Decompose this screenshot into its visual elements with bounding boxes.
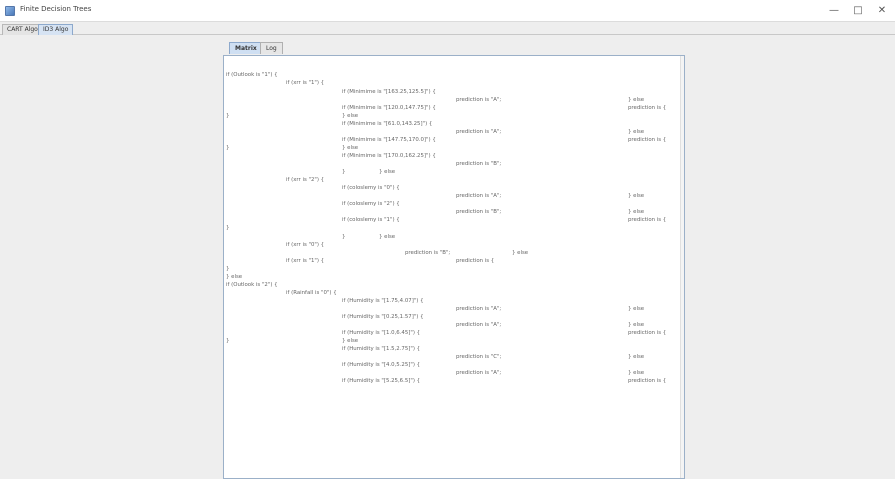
tree-line: } else [628,193,645,199]
tree-line: if (Humidity is "[0.25,1.57]") { [342,314,424,320]
tree-line: } else [342,338,359,344]
tree-line: if (Minimime is "[170.0,162.25]") { [342,153,436,159]
tree-line: if (Outlook is "2") { [226,282,278,288]
tree-line: } else [628,322,645,328]
tree-line: prediction is "B"; [456,161,502,167]
tree-line: } [226,225,230,231]
tree-line: prediction is { [628,217,667,223]
tree-line: } [226,145,230,151]
tree-line: } [226,338,230,344]
tree-line: if (Minimime is "[147.75,170.0]") { [342,137,436,143]
tree-line: prediction is { [628,105,667,111]
tree-line: prediction is "A"; [456,97,502,103]
tree-line: if (xrr is "2") { [286,177,325,183]
tree-line: if (xrr is "1") { [286,258,325,264]
tree-line: } else [226,274,243,280]
tree-line: } else [342,113,359,119]
tree-line: } else [628,209,645,215]
tree-line: if (Humidity is "[1.0,6.45]") { [342,330,421,336]
tree-line: prediction is "A"; [456,306,502,312]
tree-output-area[interactable]: if (Outlook is "1") { if (xrr is "1") { if… [223,55,685,479]
tree-line: } [342,234,346,240]
tree-line: if (coloslemy is "1") { [342,217,400,223]
window-title: Finite Decision Trees [20,5,92,13]
tree-line: prediction is "B"; [405,250,451,256]
tree-line: prediction is { [456,258,495,264]
tree-line: if (Humidity is "[5.25,6.5]") { [342,378,421,384]
title-bar: Finite Decision Trees — □ ✕ [0,0,895,22]
tree-line: prediction is { [628,137,667,143]
tree-line: } [226,266,230,272]
tree-line: } else [628,370,645,376]
tree-line: prediction is "A"; [456,322,502,328]
app-window: Finite Decision Trees — □ ✕ CART Algo ID… [0,0,895,479]
close-button[interactable]: ✕ [873,3,891,19]
tab-log[interactable]: Log [260,42,283,54]
tree-line: prediction is "C"; [456,354,502,360]
tree-panel: Matrix Log if (Outlook is "1") { if (xrr … [223,42,685,479]
tree-line: prediction is { [628,330,667,336]
tree-line: } else [628,129,645,135]
algorithm-tabs: CART Algo ID3 Algo [0,23,895,35]
tab-cart-algo[interactable]: CART Algo [2,24,43,35]
maximize-button[interactable]: □ [849,3,867,19]
app-icon [5,6,15,16]
tree-line: } [342,169,346,175]
tree-line: } else [628,306,645,312]
tree-line: if (Minimime is "[61.0,143.25]") { [342,121,433,127]
tree-line: } else [379,169,396,175]
tree-line: if (Humidity is "[4.0,5.25]") { [342,362,421,368]
tree-line: } [226,113,230,119]
tree-line: prediction is "A"; [456,129,502,135]
tree-line: if (xrr is "1") { [286,80,325,86]
tree-line: } else [628,354,645,360]
tree-line: if (Minimime is "[163.25,125.5]") { [342,89,436,95]
tree-line: if (xrr is "0") { [286,242,325,248]
tab-id3-algo[interactable]: ID3 Algo [38,24,74,35]
tree-line: if (Humidity is "[1.5,2.75]") { [342,346,421,352]
tree-line: if (Outlook is "1") { [226,72,278,78]
tree-line: if (Rainfall is "0") { [286,290,337,296]
tree-line: prediction is "A"; [456,193,502,199]
tab-matrix[interactable]: Matrix [229,42,263,54]
tree-line: } else [628,97,645,103]
tree-line: prediction is "B"; [456,209,502,215]
tree-line: prediction is "A"; [456,370,502,376]
minimize-button[interactable]: — [825,3,843,19]
tree-line: if (Humidity is "[1.75,4.07]") { [342,298,424,304]
tree-line: } else [342,145,359,151]
tree-line: if (Minimime is "[120.0,147.75]") { [342,105,436,111]
tree-line: if (coloslemy is "2") { [342,201,400,207]
tree-line: } else [512,250,529,256]
tree-line: prediction is { [628,378,667,384]
tree-line: if (coloslemy is "0") { [342,185,400,191]
scrollbar[interactable] [680,56,684,478]
tree-line: } else [379,234,396,240]
